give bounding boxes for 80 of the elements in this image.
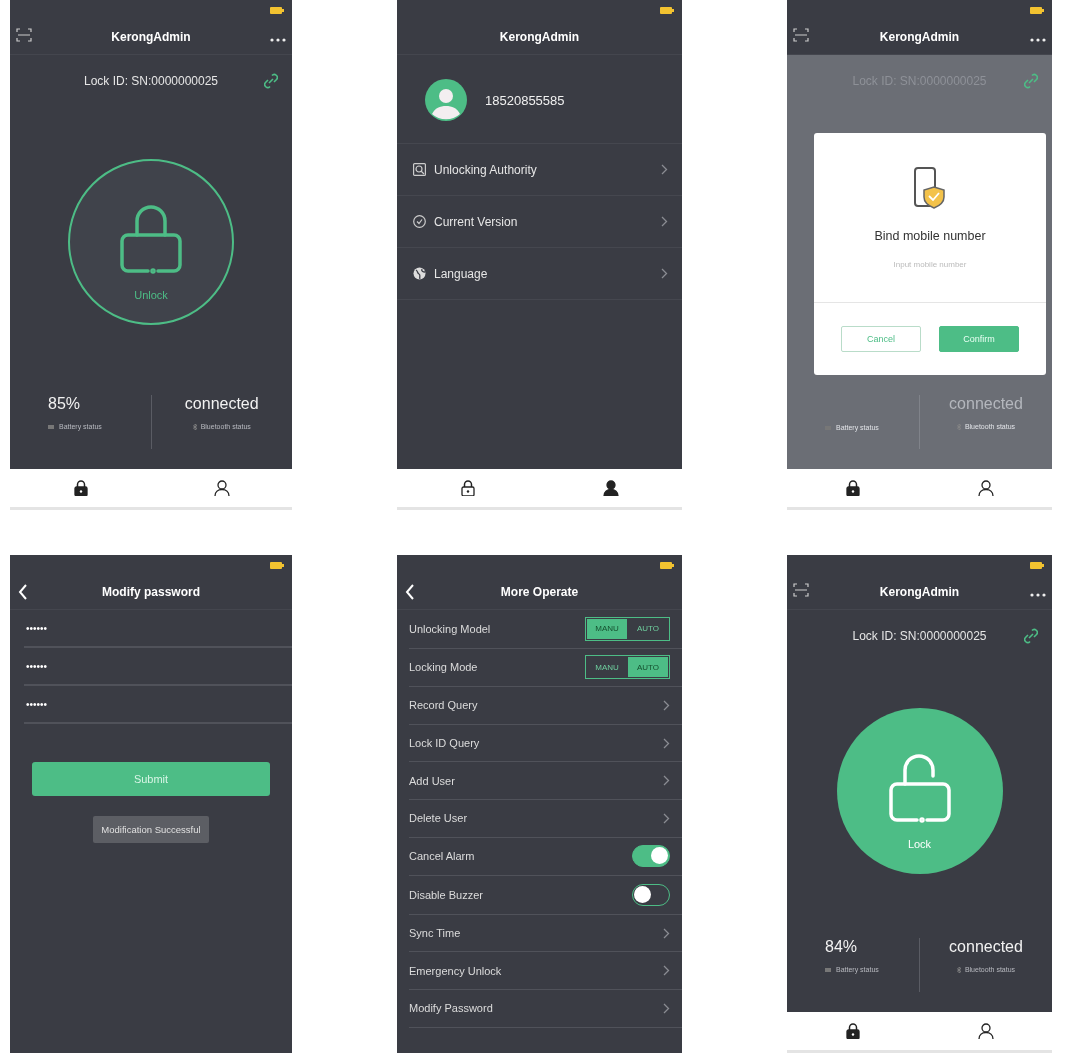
more-icon[interactable] xyxy=(1030,593,1046,597)
person-icon xyxy=(213,480,230,496)
battery-icon xyxy=(660,6,674,14)
settings-item[interactable]: Emergency Unlock xyxy=(409,952,682,990)
settings-item[interactable]: Lock ID Query xyxy=(409,724,682,763)
toggle-switch[interactable] xyxy=(632,845,670,868)
toast-message: Modification Successful xyxy=(93,816,209,843)
bluetooth-icon xyxy=(956,966,961,973)
battery-icon xyxy=(660,561,674,569)
battery-icon xyxy=(1030,561,1044,569)
battery-percentage: 85% xyxy=(48,395,81,413)
password-field[interactable]: •••••• xyxy=(24,610,292,648)
padlock-icon xyxy=(73,480,88,496)
chevron-icon xyxy=(661,216,668,227)
person-icon xyxy=(602,480,619,496)
scan-icon[interactable] xyxy=(16,28,32,42)
setting-label: Unlocking Model xyxy=(409,622,491,635)
settings-item[interactable]: Add User xyxy=(409,762,682,800)
lock-id-text: Lock ID: SN:0000000025 xyxy=(83,74,219,88)
battery-icon xyxy=(825,967,832,972)
chevron-icon xyxy=(663,927,670,939)
password-field[interactable]: •••••• xyxy=(24,648,292,686)
screen-title: KerongAdmin xyxy=(878,585,961,599)
toggle-switch[interactable] xyxy=(632,883,670,906)
chevron-icon xyxy=(663,737,670,749)
setting-label: Cancel Alarm xyxy=(409,850,475,863)
settings-item[interactable]: Sync Time xyxy=(409,914,682,953)
padlock-icon xyxy=(846,1023,861,1039)
person-icon xyxy=(977,480,994,496)
setting-label: Locking Mode xyxy=(409,661,478,674)
screen-title: KerongAdmin xyxy=(498,30,581,44)
password-field[interactable]: •••••• xyxy=(24,686,292,724)
chevron-icon xyxy=(663,775,670,787)
more-icon[interactable] xyxy=(270,38,286,42)
chevron-icon xyxy=(663,700,670,711)
phone-shield-icon xyxy=(914,167,946,211)
battery-icon xyxy=(270,561,284,569)
screen-title: KerongAdmin xyxy=(878,30,961,44)
settings-item[interactable]: Delete User xyxy=(409,799,682,838)
screen-title: More Operate xyxy=(499,585,580,599)
phone-number: 18520855585 xyxy=(485,92,565,108)
chevron-icon xyxy=(663,1002,670,1014)
settings-item[interactable]: Modify Password xyxy=(409,989,682,1028)
lock-button[interactable]: Unlock xyxy=(68,159,234,325)
mode-option[interactable]: AUTO xyxy=(628,657,668,678)
menu-item[interactable]: Unlocking Authority xyxy=(397,144,682,196)
battery-icon xyxy=(270,6,284,14)
chevron-icon xyxy=(663,965,670,977)
search-icon xyxy=(413,163,426,176)
bluetooth-icon xyxy=(192,423,197,430)
avatar-icon xyxy=(425,79,467,121)
setting-label: Disable Buzzer xyxy=(409,888,483,901)
connection-status: connected xyxy=(949,938,1023,956)
menu-item[interactable]: Language xyxy=(397,248,682,300)
link-icon[interactable] xyxy=(264,73,278,89)
battery-icon xyxy=(48,424,55,429)
chevron-icon xyxy=(663,812,670,824)
connection-status: connected xyxy=(184,395,259,413)
padlock-icon xyxy=(461,480,476,496)
link-icon[interactable] xyxy=(1024,628,1038,644)
globe-icon xyxy=(413,267,426,280)
chevron-icon xyxy=(661,164,668,175)
check-circle-icon xyxy=(413,215,426,228)
chevron-icon xyxy=(661,268,668,279)
connection-status: connected xyxy=(949,395,1023,413)
battery-icon xyxy=(1030,6,1044,14)
lock-id-text: Lock ID: SN:0000000025 xyxy=(852,629,987,643)
more-icon[interactable] xyxy=(1030,38,1046,42)
dialog-title: Bind mobile number xyxy=(874,229,986,243)
bluetooth-icon xyxy=(956,423,961,430)
settings-item[interactable]: Record Query xyxy=(409,687,682,725)
padlock-icon xyxy=(846,480,861,496)
scan-icon[interactable] xyxy=(793,28,809,42)
menu-item[interactable]: Current Version xyxy=(397,196,682,248)
screen-title: KerongAdmin xyxy=(110,30,192,44)
battery-percentage: 84% xyxy=(825,938,858,956)
mode-option[interactable]: MANU xyxy=(587,618,627,639)
scan-icon[interactable] xyxy=(793,583,809,597)
screen-title: Modify password xyxy=(101,585,201,599)
person-icon xyxy=(977,1023,994,1039)
